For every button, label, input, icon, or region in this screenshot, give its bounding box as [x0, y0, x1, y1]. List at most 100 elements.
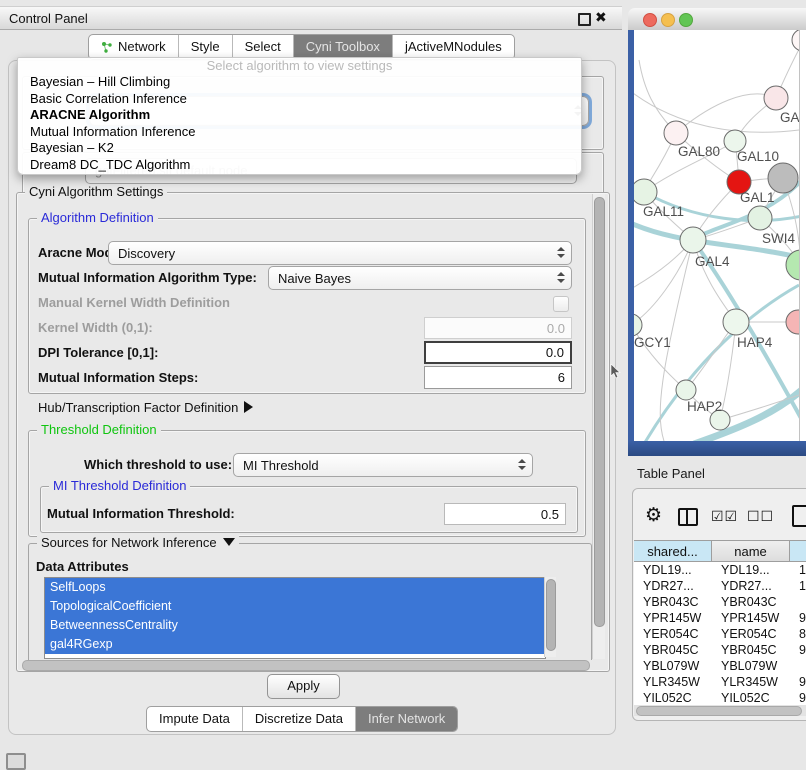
dpi-tolerance-field[interactable]: 0.0 [424, 341, 572, 364]
dropdown-placeholder: Select algorithm to view settings [18, 58, 581, 74]
network-canvas[interactable]: GALGAL80GAL10GAL1GAL11SWI4GAL4GCY1HAP4YH… [634, 30, 799, 441]
minimize-traffic-light[interactable] [661, 13, 675, 27]
data-attribute-item[interactable]: BetweennessCentrality [45, 616, 545, 635]
data-attributes-label: Data Attributes [36, 558, 129, 576]
tab-style[interactable]: Style [178, 35, 232, 59]
scrollbar-thumb[interactable] [636, 706, 802, 716]
scrollbar-thumb[interactable] [546, 579, 556, 651]
table-cell: 9. [790, 690, 806, 705]
network-node[interactable] [676, 380, 696, 400]
hub-tf-label: Hub/Transcription Factor Definition [38, 400, 238, 415]
network-node-label: HAP2 [687, 399, 722, 414]
stepper-icon [518, 459, 525, 470]
scrollbar-thumb[interactable] [594, 197, 605, 627]
table-panel-title: Table Panel [637, 466, 705, 481]
table-column-header[interactable]: shared... [634, 540, 712, 562]
network-node-label: GCY1 [634, 335, 671, 350]
manual-kernel-checkbox[interactable] [553, 296, 569, 312]
table-row[interactable]: YLR345WYLR345W9. [634, 674, 806, 690]
close-traffic-light[interactable] [643, 13, 657, 27]
network-node-label: GAL11 [643, 204, 684, 219]
mi-type-combo[interactable]: Naive Bayes [268, 266, 572, 290]
settings-vertical-scrollbar[interactable] [592, 194, 605, 659]
dpi-tolerance-value: 0.0 [546, 345, 564, 360]
tab-cyni-toolbox[interactable]: Cyni Toolbox [293, 35, 392, 59]
data-attribute-item[interactable]: SelfLoops [45, 578, 545, 597]
tab-select[interactable]: Select [232, 35, 293, 59]
tab-jactivemnodules[interactable]: jActiveMNodules [392, 35, 514, 59]
network-node[interactable] [786, 310, 799, 334]
table-cell: YDR27... [634, 578, 712, 594]
algorithm-option[interactable]: Mutual Information Inference [18, 124, 581, 141]
mi-threshold-field[interactable]: 0.5 [444, 503, 566, 525]
network-node[interactable] [768, 163, 798, 193]
aracne-mode-combo[interactable]: Discovery [108, 241, 572, 265]
apply-button[interactable]: Apply [267, 674, 340, 699]
network-node[interactable] [748, 206, 772, 230]
algorithm-dropdown-popup: Select algorithm to view settings Bayesi… [17, 57, 582, 175]
network-node[interactable] [634, 179, 657, 205]
network-node[interactable] [664, 121, 688, 145]
tab-infer-network[interactable]: Infer Network [355, 707, 457, 731]
gear-icon[interactable]: ⚙ [645, 506, 662, 525]
table-row[interactable]: YDR27...YDR27...12 [634, 578, 806, 594]
tab-label: Select [245, 35, 281, 59]
algorithm-option[interactable]: Basic Correlation Inference [18, 91, 581, 108]
network-window-titlebar[interactable] [628, 8, 806, 31]
network-node[interactable] [764, 86, 788, 110]
export-table-icon[interactable] [792, 505, 806, 527]
table-row[interactable]: YIL052CYIL052C9. [634, 690, 806, 705]
table-row[interactable]: YDL19...YDL19...13 [634, 562, 806, 578]
data-attribute-item[interactable]: TopologicalCoefficient [45, 597, 545, 616]
manual-kernel-label: Manual Kernel Width Definition [38, 293, 230, 313]
table-column-header[interactable]: A [790, 540, 806, 562]
network-node[interactable] [792, 30, 799, 51]
mi-type-value: Naive Bayes [278, 271, 351, 286]
which-threshold-combo[interactable]: MI Threshold [233, 453, 533, 477]
table-column-header[interactable]: name [712, 540, 790, 562]
tab-network[interactable]: Network [89, 35, 178, 59]
algorithm-option[interactable]: ARACNE Algorithm [18, 107, 581, 124]
columns-icon[interactable] [678, 508, 698, 526]
table-cell [790, 658, 806, 674]
network-node-label: GAL [780, 110, 799, 125]
settings-group-title: Cyni Algorithm Settings [25, 184, 167, 199]
mi-steps-field[interactable]: 6 [424, 366, 572, 389]
tab-impute-data[interactable]: Impute Data [147, 707, 242, 731]
table-horizontal-scrollbar[interactable] [634, 705, 806, 716]
table-row[interactable]: YPR145WYPR145W9. [634, 610, 806, 626]
hub-tf-section[interactable]: Hub/Transcription Factor Definition [38, 399, 253, 417]
algorithm-option[interactable]: Bayesian – Hill Climbing [18, 74, 581, 91]
algorithm-definition-title: Algorithm Definition [37, 210, 158, 225]
table-cell: YDR27... [712, 578, 790, 594]
algorithm-option[interactable]: Dream8 DC_TDC Algorithm [18, 157, 581, 174]
network-node[interactable] [680, 227, 706, 253]
close-icon[interactable]: ✖ [595, 9, 607, 26]
table-row[interactable]: YBL079WYBL079W [634, 658, 806, 674]
table-row[interactable]: YER054CYER054C8. [634, 626, 806, 642]
tab-discretize-data[interactable]: Discretize Data [242, 707, 355, 731]
data-attribute-item[interactable]: gal4RGexp [45, 635, 545, 654]
tab-label: Infer Network [368, 707, 445, 731]
data-attributes-list[interactable]: SelfLoopsTopologicalCoefficientBetweenne… [44, 577, 546, 659]
stepper-icon [557, 272, 564, 283]
mi-steps-label: Mutual Information Steps: [38, 366, 198, 389]
select-all-columns-icon[interactable]: ☑☑ [711, 508, 738, 525]
table-body[interactable]: YDL19...YDL19...13YDR27...YDR27...12YBR0… [634, 562, 806, 705]
table-cell: YBR043C [712, 594, 790, 610]
mi-steps-value: 6 [558, 370, 565, 385]
algorithm-option[interactable]: Bayesian – K2 [18, 140, 581, 157]
settings-horizontal-scrollbar[interactable] [22, 660, 590, 671]
network-canvas-scroll-strip[interactable] [799, 30, 806, 441]
sources-group-title: Sources for Network Inference [37, 535, 239, 550]
which-threshold-label: Which threshold to use: [84, 453, 232, 477]
network-node[interactable] [723, 309, 749, 335]
attributes-list-scrollbar[interactable] [544, 577, 556, 657]
unselect-all-columns-icon[interactable]: ☐☐ [747, 508, 774, 525]
table-cell: YBR045C [712, 642, 790, 658]
table-row[interactable]: YBR045CYBR045C9. [634, 642, 806, 658]
table-row[interactable]: YBR043CYBR043C [634, 594, 806, 610]
float-window-icon[interactable] [578, 13, 591, 26]
tab-label: Impute Data [159, 707, 230, 731]
zoom-traffic-light[interactable] [679, 13, 693, 27]
